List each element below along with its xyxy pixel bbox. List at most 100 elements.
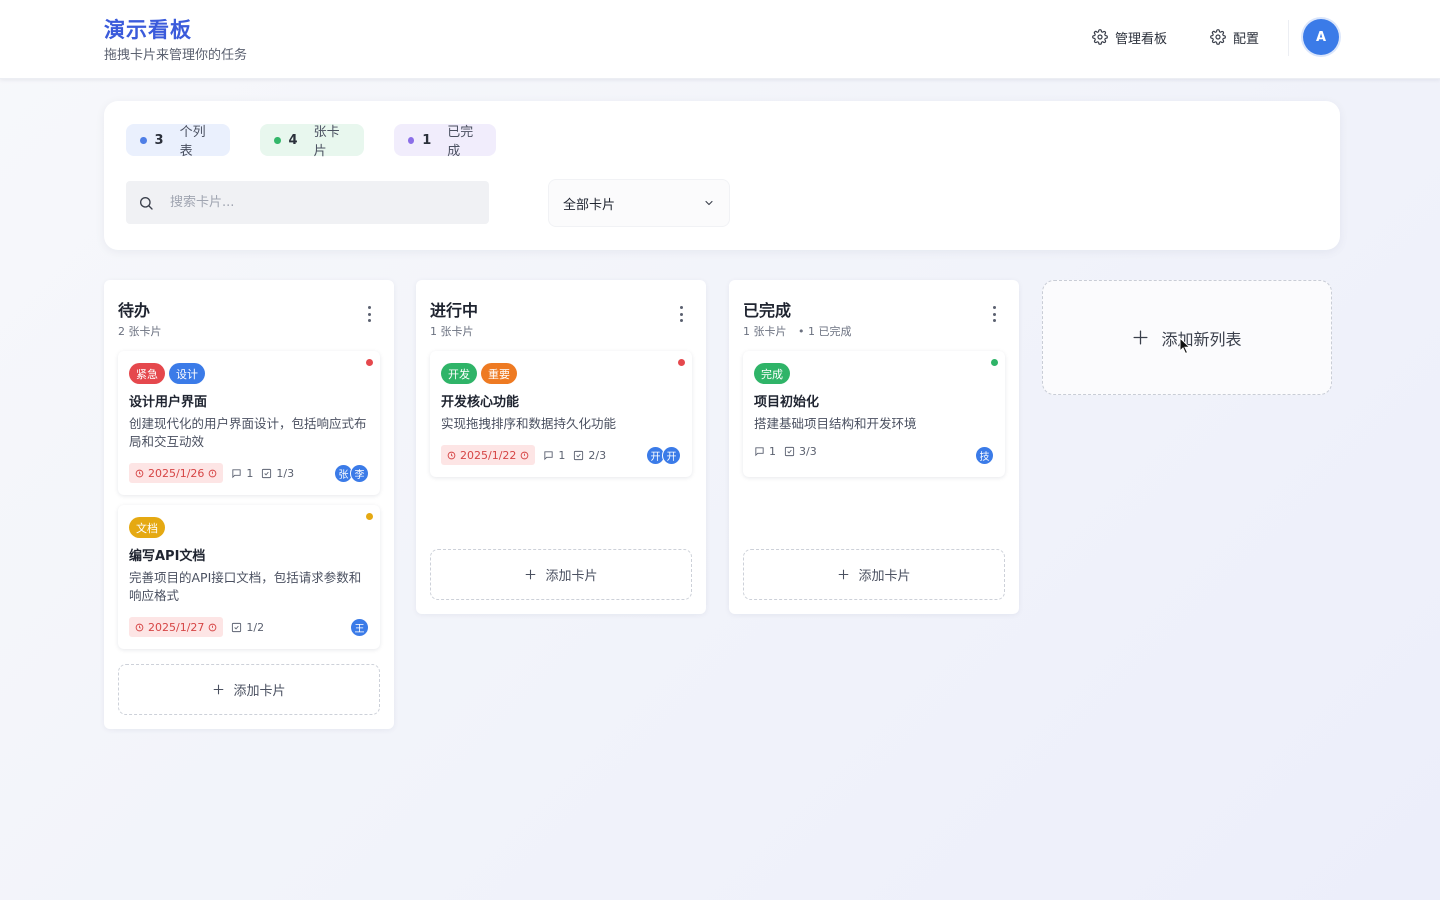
member-avatar: 李 — [350, 464, 369, 483]
checklist-value: 2/3 — [588, 448, 607, 462]
checklist-progress: 3/3 — [784, 445, 817, 458]
due-date-badge: 2025/1/27 — [129, 617, 224, 637]
list-menu-icon[interactable] — [674, 306, 688, 322]
search-box — [126, 181, 489, 224]
plus-icon — [1133, 330, 1148, 345]
card-tags: 完成 — [754, 363, 790, 384]
list-menu-icon[interactable] — [987, 306, 1001, 322]
card-filter-select[interactable]: 全部卡片 — [548, 179, 730, 227]
board-stats-panel: 3 个列表 4 张卡片 1 已完成 全部卡片 — [104, 101, 1340, 250]
list-column-done[interactable]: 已完成 1 张卡片 • 1 已完成 完成 项目初始化 搭建基础项目结构和开发环境… — [729, 280, 1019, 614]
card-tags: 文档 — [129, 517, 165, 538]
priority-dot — [366, 513, 373, 520]
add-card-label: 添加卡片 — [233, 684, 286, 699]
member-avatar: 王 — [350, 618, 369, 637]
card-tag: 文档 — [129, 517, 165, 538]
stat-lists: 3 个列表 — [126, 124, 230, 159]
comment-count-value: 1 — [246, 466, 254, 480]
stat-dot — [408, 136, 415, 144]
header-divider — [1288, 20, 1289, 56]
card-title: 开发核心功能 — [441, 395, 520, 410]
comment-count: 1 — [231, 467, 253, 480]
card-tags: 紧急 设计 — [129, 363, 205, 384]
alert-icon — [209, 469, 217, 477]
comment-count-value: 1 — [558, 448, 566, 462]
comment-icon — [232, 468, 242, 478]
comment-icon — [544, 450, 554, 460]
checklist-progress: 2/3 — [573, 449, 606, 462]
list-column-in-progress[interactable]: 进行中 1 张卡片 开发 重要 开发核心功能 实现拖拽排序和数据持久化功能 20… — [416, 280, 706, 614]
card-members: 王 — [350, 618, 369, 637]
card-title: 编写API文档 — [129, 549, 206, 564]
card-members: 技 — [975, 446, 994, 465]
config-label: 配置 — [1233, 31, 1260, 47]
board-title: 演示看板 — [104, 18, 192, 42]
card-members: 张 李 — [334, 464, 369, 483]
comment-count: 1 — [543, 449, 565, 462]
add-card-button[interactable]: 添加卡片 — [743, 549, 1005, 600]
card-item[interactable]: 开发 重要 开发核心功能 实现拖拽排序和数据持久化功能 2025/1/22 1 … — [430, 351, 692, 477]
comment-icon — [755, 447, 764, 457]
card-tag: 紧急 — [129, 363, 165, 384]
stat-completed: 1 已完成 — [394, 124, 496, 159]
plus-icon — [214, 684, 224, 695]
card-title: 项目初始化 — [754, 395, 820, 410]
card-title: 设计用户界面 — [129, 395, 208, 410]
member-avatar: 技 — [975, 446, 994, 465]
due-date: 2025/1/26 — [148, 466, 205, 480]
card-tags: 开发 重要 — [441, 363, 517, 384]
due-date-badge: 2025/1/26 — [129, 463, 224, 483]
checklist-value: 3/3 — [799, 445, 817, 458]
chevron-down-icon — [705, 200, 713, 206]
checkbox-icon — [232, 622, 242, 632]
stat-count: 3 — [154, 132, 164, 148]
due-date: 2025/1/22 — [460, 448, 517, 462]
list-card-count: 2 张卡片 — [118, 325, 162, 338]
card-description: 搭建基础项目结构和开发环境 — [754, 416, 917, 431]
stat-label: 个列表 — [179, 125, 206, 159]
checkbox-icon — [574, 450, 584, 460]
comment-count: 1 — [754, 445, 776, 458]
gear-icon — [1092, 29, 1108, 45]
search-input[interactable] — [170, 195, 470, 210]
priority-dot — [366, 359, 373, 366]
plus-icon — [526, 569, 536, 580]
list-title: 已完成 — [743, 301, 792, 320]
checklist-progress: 1/3 — [261, 467, 294, 480]
user-avatar[interactable]: A — [1303, 19, 1339, 55]
card-members: 开 开 — [646, 446, 681, 465]
list-card-count: 1 张卡片 • 1 已完成 — [743, 323, 851, 339]
card-item[interactable]: 文档 编写API文档 完善项目的API接口文档，包括请求参数和响应格式 2025… — [118, 505, 380, 649]
clock-icon — [135, 469, 144, 477]
priority-dot — [678, 359, 685, 366]
card-item[interactable]: 完成 项目初始化 搭建基础项目结构和开发环境 1 3/3 技 — [743, 351, 1005, 477]
list-column-todo[interactable]: 待办 2 张卡片 紧急 设计 设计用户界面 创建现代化的用户界面设计，包括响应式… — [104, 280, 394, 729]
member-avatar: 开 — [662, 446, 681, 465]
alert-icon — [209, 623, 217, 631]
add-card-button[interactable]: 添加卡片 — [118, 664, 380, 715]
card-meta: 2025/1/27 1/2 — [129, 617, 264, 637]
board-subtitle: 拖拽卡片来管理你的任务 — [104, 48, 248, 63]
stat-dot — [274, 136, 281, 144]
list-done-count: • 1 已完成 — [798, 325, 852, 338]
list-title: 待办 — [118, 301, 151, 320]
checkbox-icon — [262, 468, 272, 478]
plus-icon — [839, 569, 849, 580]
checklist-progress: 1/2 — [231, 621, 264, 634]
search-icon — [140, 196, 153, 210]
manage-board-button[interactable]: 管理看板 — [1092, 26, 1167, 48]
due-date: 2025/1/27 — [148, 620, 205, 634]
priority-dot — [991, 359, 998, 366]
config-button[interactable]: 配置 — [1210, 26, 1259, 48]
app-header: 演示看板 拖拽卡片来管理你的任务 管理看板 配置 A — [0, 0, 1440, 79]
card-filter-value: 全部卡片 — [563, 197, 616, 213]
alert-icon — [521, 451, 529, 459]
add-card-label: 添加卡片 — [545, 569, 598, 584]
card-item[interactable]: 紧急 设计 设计用户界面 创建现代化的用户界面设计，包括响应式布局和交互动效 2… — [118, 351, 380, 495]
checklist-value: 1/3 — [276, 466, 295, 480]
card-meta: 1 3/3 — [754, 445, 817, 458]
list-menu-icon[interactable] — [362, 306, 376, 322]
stat-label: 张卡片 — [313, 125, 340, 159]
stat-dot — [140, 136, 147, 144]
add-card-button[interactable]: 添加卡片 — [430, 549, 692, 600]
